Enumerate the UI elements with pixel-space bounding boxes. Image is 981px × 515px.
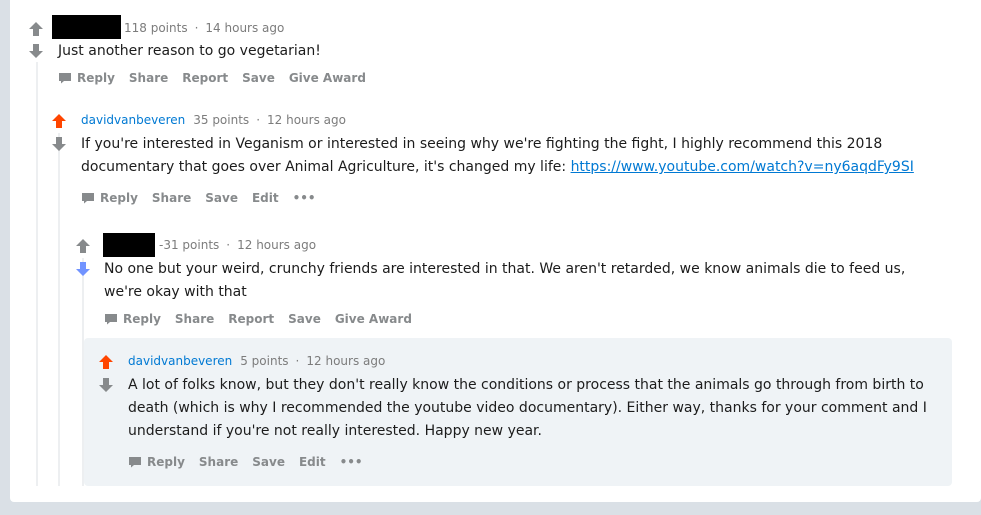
downvote-icon[interactable] <box>98 377 114 393</box>
reply-button[interactable]: Reply <box>128 455 185 469</box>
downvote-icon[interactable] <box>28 43 44 59</box>
more-options-icon[interactable]: ••• <box>340 455 363 469</box>
give-award-button[interactable]: Give Award <box>289 71 366 85</box>
reply-button[interactable]: Reply <box>58 71 115 85</box>
comment-meta: davidvanbeveren 5 points · 12 hours ago <box>128 354 386 368</box>
chat-icon <box>82 193 94 204</box>
timestamp[interactable]: 12 hours ago <box>237 238 316 252</box>
comment-actions: Reply Share Report Save Give Award <box>58 71 380 85</box>
timestamp[interactable]: 12 hours ago <box>267 113 346 127</box>
timestamp[interactable]: 12 hours ago <box>306 354 385 368</box>
comment-meta: -31 points · 12 hours ago <box>159 238 317 252</box>
edit-button[interactable]: Edit <box>299 455 326 469</box>
comment-actions: Reply Share Save Edit ••• <box>81 191 330 205</box>
chat-icon <box>129 457 141 468</box>
author-link[interactable]: davidvanbeveren <box>81 113 185 127</box>
comment-meta: 118 points · 14 hours ago <box>124 21 285 35</box>
share-button[interactable]: Share <box>129 71 168 85</box>
reply-button[interactable]: Reply <box>104 312 161 326</box>
downvote-icon[interactable] <box>51 136 67 152</box>
comment-meta: davidvanbeveren 35 points · 12 hours ago <box>81 113 346 127</box>
upvote-icon[interactable] <box>28 21 44 37</box>
downvote-icon[interactable] <box>75 261 91 277</box>
thread-line[interactable] <box>58 133 60 486</box>
share-button[interactable]: Share <box>175 312 214 326</box>
upvote-icon[interactable] <box>75 238 91 254</box>
report-button[interactable]: Report <box>182 71 228 85</box>
more-options-icon[interactable]: ••• <box>293 191 316 205</box>
save-button[interactable]: Save <box>252 455 285 469</box>
save-button[interactable]: Save <box>205 191 238 205</box>
timestamp[interactable]: 14 hours ago <box>205 21 284 35</box>
upvote-icon[interactable] <box>51 113 67 129</box>
redacted-username <box>103 233 155 257</box>
points: 118 points <box>124 21 188 35</box>
youtube-link[interactable]: https://www.youtube.com/watch?v=ny6aqdFy… <box>571 159 914 175</box>
comment-body: Just another reason to go vegetarian! <box>58 43 321 59</box>
points: 5 points <box>240 354 289 368</box>
author-link[interactable]: davidvanbeveren <box>128 354 232 368</box>
chat-icon <box>59 73 71 84</box>
comment-body: A lot of folks know, but they don't real… <box>128 377 927 439</box>
share-button[interactable]: Share <box>199 455 238 469</box>
save-button[interactable]: Save <box>242 71 275 85</box>
give-award-button[interactable]: Give Award <box>335 312 412 326</box>
save-button[interactable]: Save <box>288 312 321 326</box>
report-button[interactable]: Report <box>228 312 274 326</box>
chat-icon <box>105 314 117 325</box>
comment-actions: Reply Share Save Edit ••• <box>128 455 377 469</box>
redacted-username <box>52 15 121 39</box>
comment-body: No one but your weird, crunchy friends a… <box>104 261 906 300</box>
reply-button[interactable]: Reply <box>81 191 138 205</box>
upvote-icon[interactable] <box>98 354 114 370</box>
edit-button[interactable]: Edit <box>252 191 279 205</box>
share-button[interactable]: Share <box>152 191 191 205</box>
thread-line[interactable] <box>36 62 38 486</box>
comment-body: If you're interested in Veganism or inte… <box>81 136 914 175</box>
points: -31 points <box>159 238 220 252</box>
comment-actions: Reply Share Report Save Give Award <box>104 312 426 326</box>
points: 35 points <box>193 113 250 127</box>
